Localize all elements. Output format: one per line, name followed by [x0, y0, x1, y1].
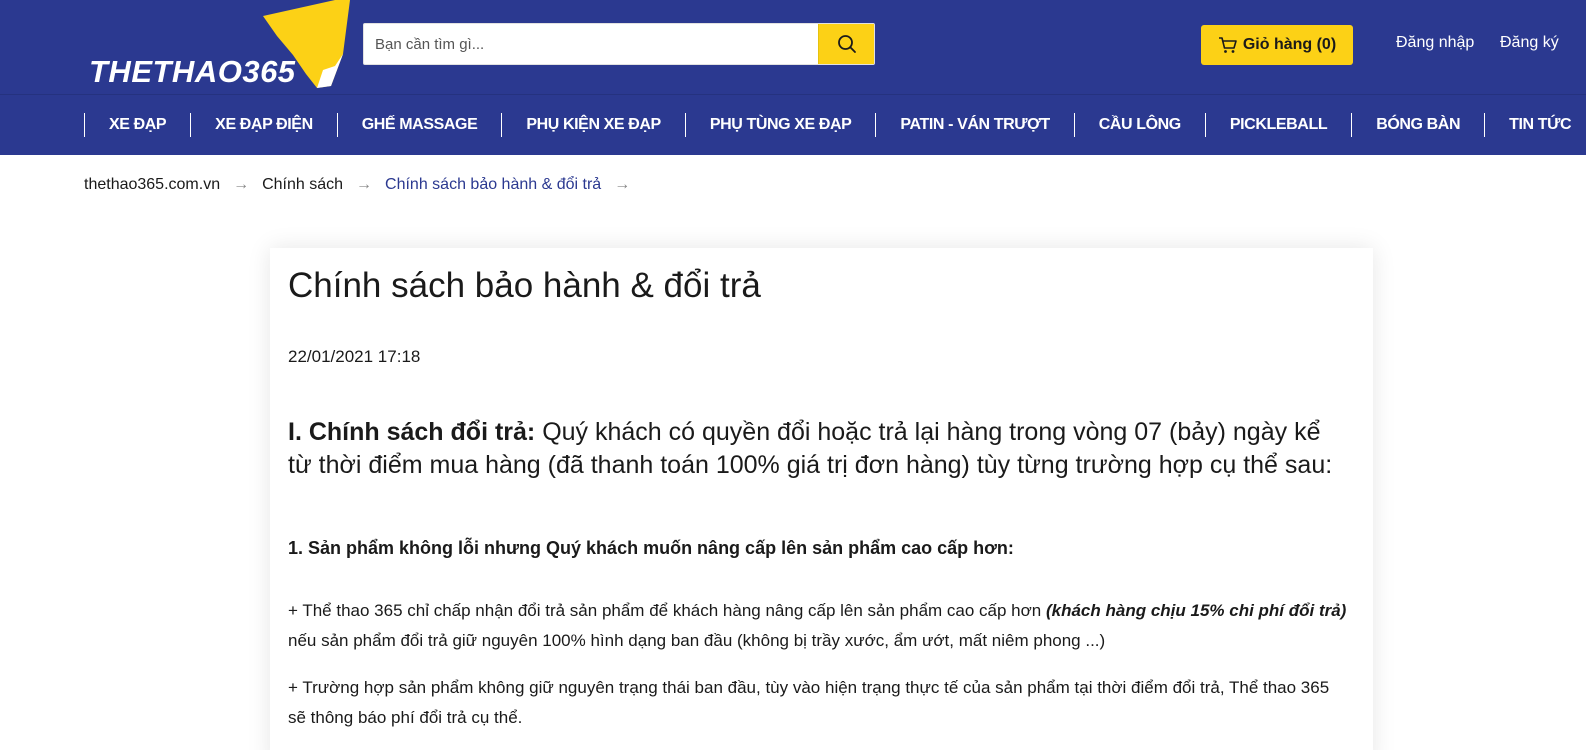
breadcrumb-current[interactable]: Chính sách bảo hành & đổi trả	[385, 176, 601, 194]
nav-item-ghe-massage[interactable]: GHẾ MASSAGE	[336, 113, 502, 137]
article-intro: I. Chính sách đổi trả: Quý khách có quyề…	[288, 416, 1350, 482]
nav-item-bong-ban[interactable]: BÓNG BÀN	[1351, 113, 1484, 137]
main-nav: XE ĐẠP XE ĐẠP ĐIỆN GHẾ MASSAGE PHỤ KIỆN …	[0, 94, 1586, 155]
nav-item-patin-van-truot[interactable]: PATIN - VÁN TRƯỢT	[875, 113, 1073, 137]
article-date: 22/01/2021 17:18	[288, 347, 421, 366]
article-paragraph: + Trường hợp sản phẩm không giữ nguyên t…	[288, 678, 1330, 727]
nav-item-xe-dap-dien[interactable]: XE ĐẠP ĐIỆN	[190, 113, 337, 137]
breadcrumb: thethao365.com.vn → Chính sách → Chính s…	[84, 176, 643, 194]
breadcrumb-arrow-icon: →	[614, 176, 631, 193]
cart-button[interactable]: Giỏ hàng (0)	[1201, 25, 1353, 65]
paragraph-text: + Thể thao 365 chỉ chấp nhận đổi trả sản…	[288, 601, 1046, 620]
section-heading: 1. Sản phẩm không lỗi nhưng Quý khách mu…	[288, 538, 1014, 558]
paragraph-text: nếu sản phẩm đổi trả giữ nguyên 100% hìn…	[288, 631, 1106, 650]
article-card: Chính sách bảo hành & đổi trả 22/01/2021…	[270, 248, 1373, 750]
register-link[interactable]: Đăng ký	[1500, 34, 1559, 52]
article-title: Chính sách bảo hành & đổi trả	[288, 266, 761, 305]
search-box	[363, 23, 875, 65]
article-paragraph: + Thể thao 365 chỉ chấp nhận đổi trả sản…	[288, 596, 1350, 656]
intro-heading: I. Chính sách đổi trả:	[288, 418, 536, 446]
site-logo[interactable]: THETHAO365	[85, 0, 355, 94]
breadcrumb-home[interactable]: thethao365.com.vn	[84, 176, 220, 194]
site-header: THETHAO365 Giỏ hàng (0) Đăng nhập Đăng k…	[0, 0, 1586, 94]
login-link[interactable]: Đăng nhập	[1396, 34, 1474, 52]
nav-item-cau-long[interactable]: CẦU LÔNG	[1073, 113, 1205, 137]
search-icon	[837, 35, 856, 53]
breadcrumb-arrow-icon: →	[233, 176, 250, 193]
search-button[interactable]	[818, 24, 874, 64]
cart-icon	[1218, 37, 1237, 53]
nav-item-pickleball[interactable]: PICKLEBALL	[1204, 113, 1351, 137]
nav-item-phu-kien-xe-dap[interactable]: PHỤ KIỆN XE ĐẠP	[501, 113, 684, 137]
nav-item-xe-dap[interactable]: XE ĐẠP	[84, 113, 190, 137]
search-input[interactable]	[364, 24, 820, 64]
paragraph-emphasis: (khách hàng chịu 15% chi phí đổi trả)	[1045, 601, 1347, 620]
breadcrumb-policy[interactable]: Chính sách	[262, 176, 343, 194]
nav-item-phu-tung-xe-dap[interactable]: PHỤ TÙNG XE ĐẠP	[684, 113, 876, 137]
cart-label: Giỏ hàng (0)	[1242, 36, 1337, 53]
nav-item-tin-tuc[interactable]: TIN TỨC	[1484, 113, 1586, 137]
breadcrumb-arrow-icon: →	[356, 176, 373, 193]
logo-text: THETHAO365	[89, 54, 296, 89]
